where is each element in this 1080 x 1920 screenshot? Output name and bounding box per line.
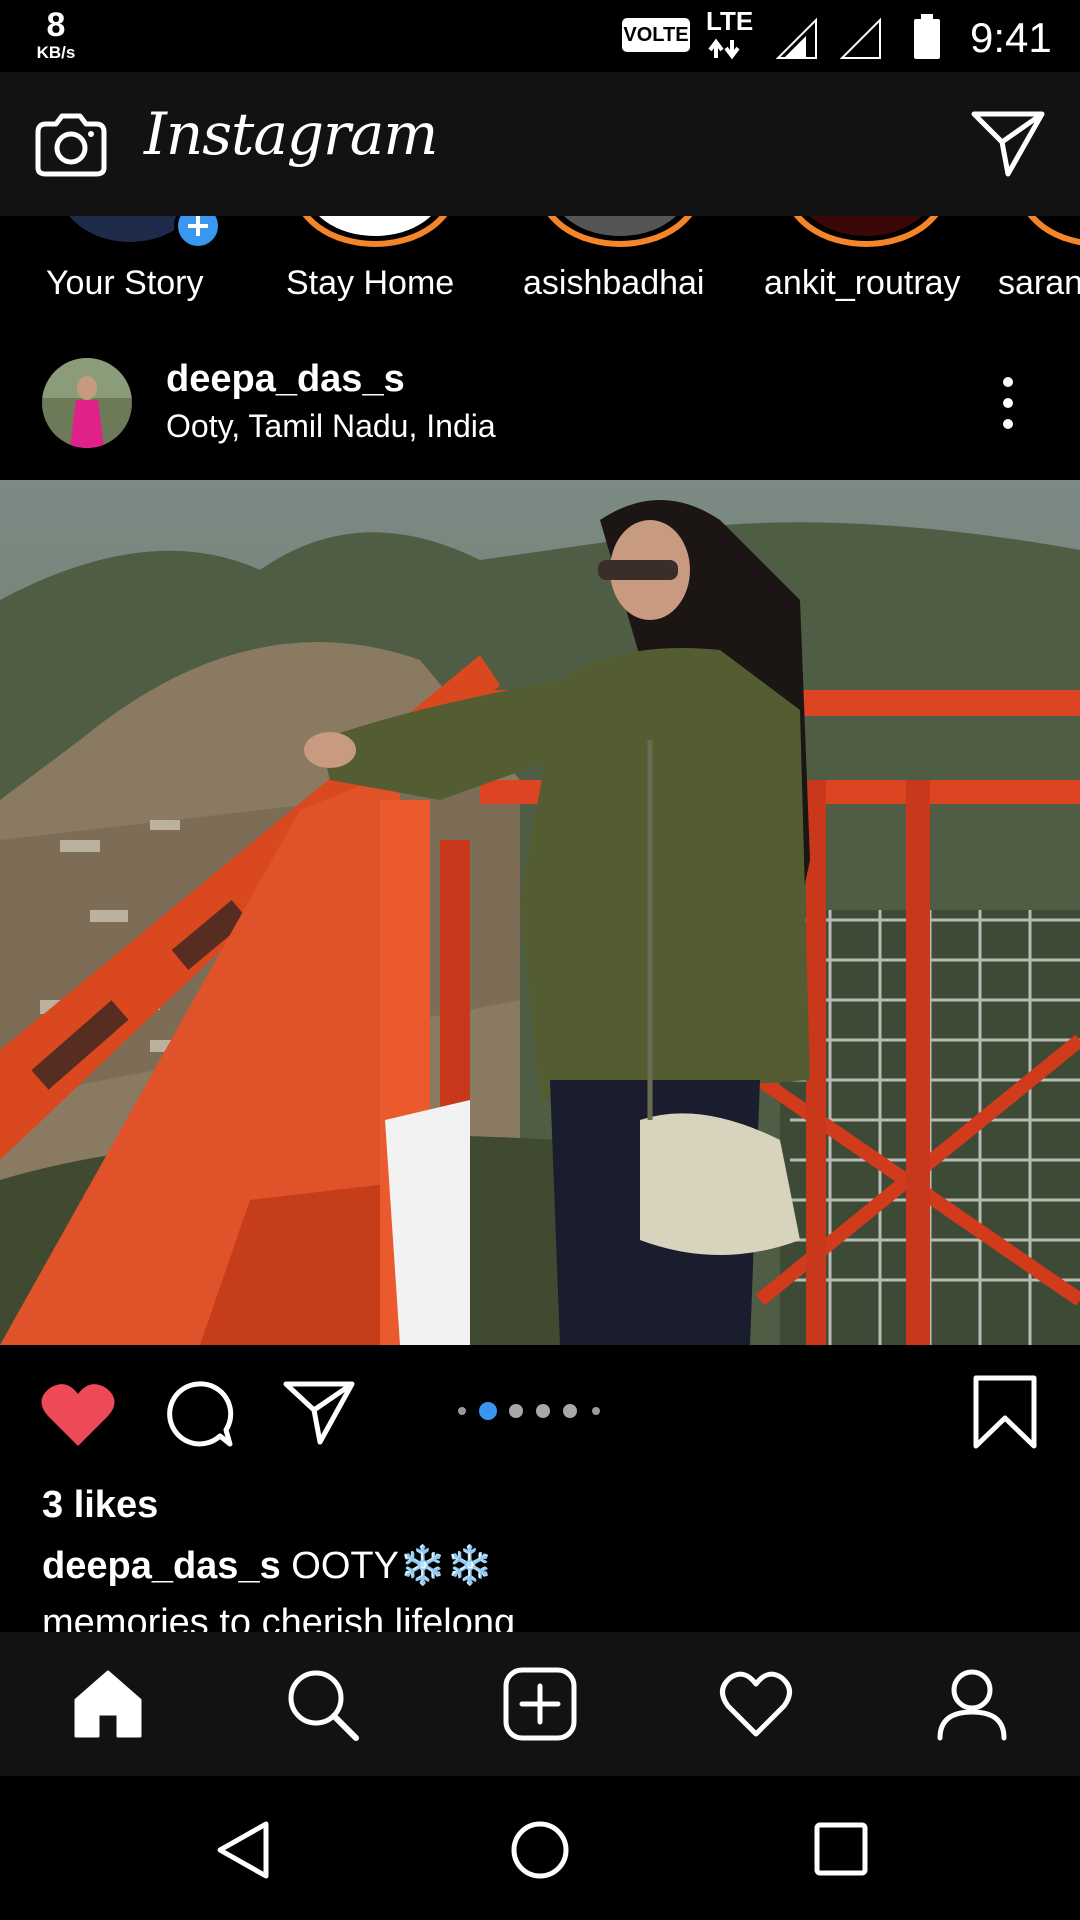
paper-plane-icon[interactable] [970, 108, 1046, 178]
battery-icon [914, 14, 940, 59]
search-icon[interactable] [284, 1666, 360, 1742]
profile-icon[interactable] [934, 1666, 1010, 1742]
story-your-story[interactable]: Your Story [46, 264, 204, 303]
carousel-dots [458, 1402, 600, 1420]
camera-icon[interactable] [34, 112, 108, 178]
more-options-icon[interactable] [996, 376, 1020, 430]
post-username[interactable]: deepa_das_s [166, 358, 405, 401]
lte-indicator: LTE [706, 8, 753, 34]
post-header [0, 324, 1080, 480]
story-saran[interactable]: saran [998, 264, 1080, 303]
network-speed: 8 KB/s [26, 8, 86, 61]
avatar-image [42, 358, 132, 448]
bookmark-icon[interactable] [972, 1374, 1038, 1450]
caption-username[interactable]: deepa_das_s [42, 1545, 281, 1587]
net-speed-value: 8 [46, 6, 66, 44]
likes-count[interactable]: 3 likes [42, 1484, 158, 1527]
post-photo-scene [0, 480, 1080, 1345]
comment-icon[interactable] [162, 1378, 234, 1450]
home-circle-icon[interactable] [508, 1818, 572, 1882]
net-speed-unit: KB/s [36, 43, 76, 62]
story-stay-home[interactable]: Stay Home [286, 264, 454, 303]
back-icon[interactable] [212, 1818, 272, 1882]
caption-text: OOTY❄️❄️ [291, 1545, 494, 1587]
signal-sim2-icon [840, 18, 881, 59]
like-heart-icon[interactable] [40, 1380, 116, 1448]
clock: 9:41 [970, 14, 1052, 61]
add-post-icon[interactable] [502, 1666, 578, 1742]
story-asishbadhai[interactable]: asishbadhai [523, 264, 704, 303]
home-icon[interactable] [70, 1666, 146, 1742]
post-photo[interactable] [0, 480, 1080, 1345]
app-logo: Instagram [144, 100, 438, 168]
avatar[interactable] [42, 358, 132, 448]
recents-icon[interactable] [812, 1820, 870, 1878]
volte-badge: VOLTE [622, 18, 690, 52]
lte-label: LTE [706, 6, 754, 36]
activity-heart-icon[interactable] [718, 1666, 794, 1742]
caption: deepa_das_s OOTY❄️❄️ [42, 1544, 494, 1588]
story-ankit-routray[interactable]: ankit_routray [764, 264, 961, 303]
signal-strength-icon [776, 18, 817, 59]
data-arrows-icon [708, 38, 740, 60]
share-plane-icon[interactable] [282, 1378, 356, 1448]
caption-second-line: memories to cherish lifelong [42, 1602, 516, 1632]
post-location[interactable]: Ooty, Tamil Nadu, India [166, 408, 496, 445]
story-avatars-edge [69, 216, 1080, 250]
stories-row: Your Story Stay Home asishbadhai ankit_r… [0, 216, 1080, 325]
